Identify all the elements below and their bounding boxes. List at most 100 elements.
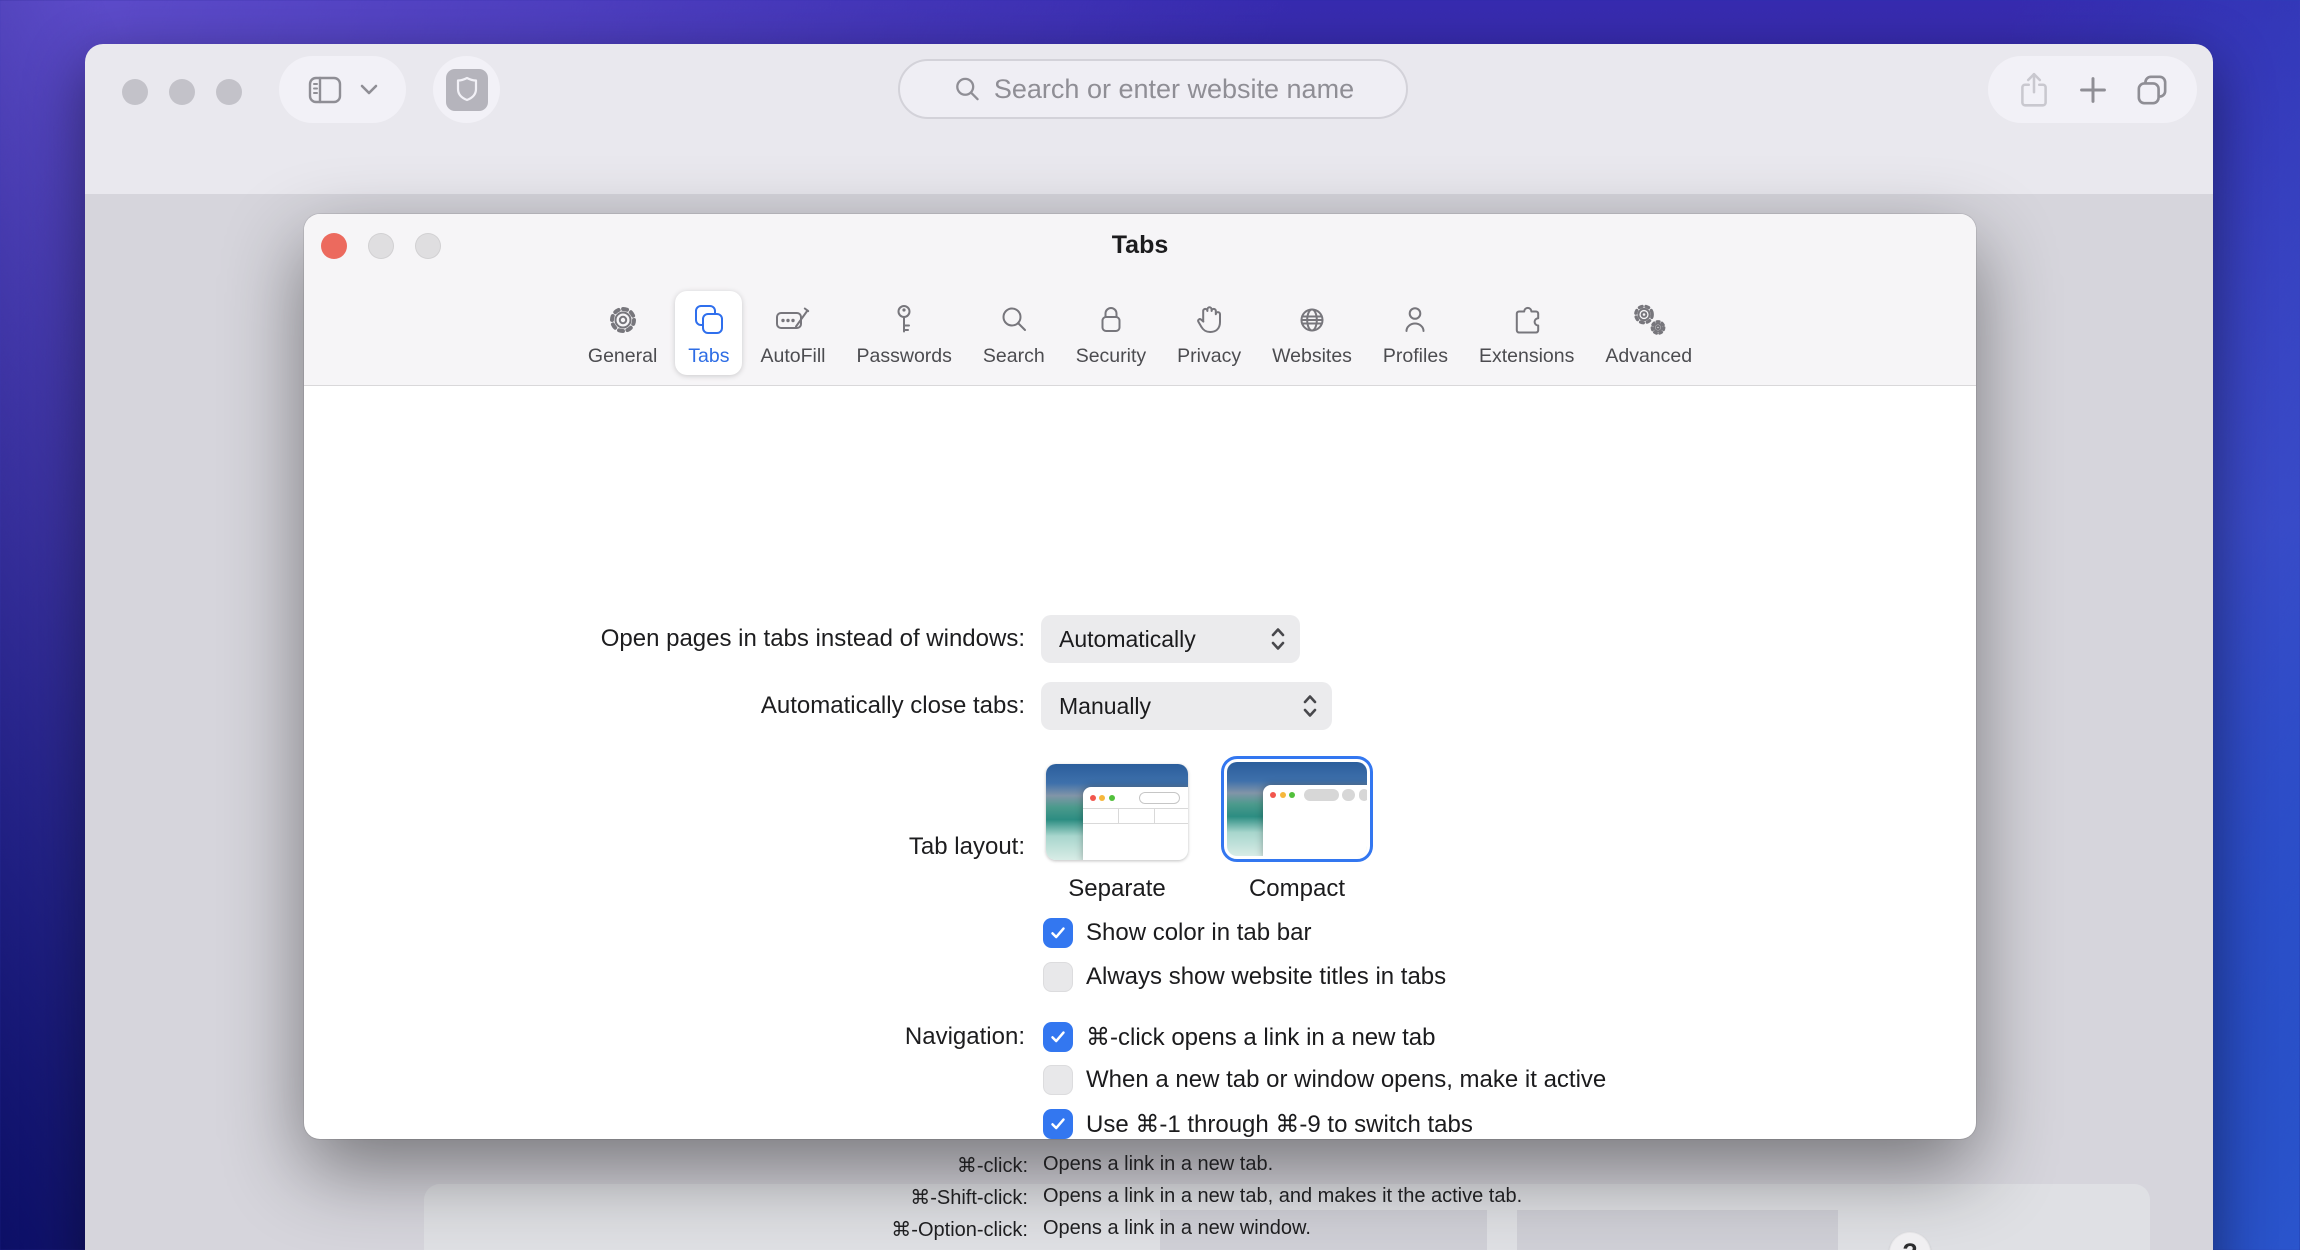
shortcut-desc: Opens a link in a new tab, and makes it … [1043, 1185, 1522, 1210]
settings-body: Open pages in tabs instead of windows: A… [304, 387, 1976, 1139]
nav-option-2-label: Use ⌘-1 through ⌘-9 to switch tabs [1086, 1110, 1473, 1139]
close-tabs-label: Automatically close tabs: [304, 692, 1025, 720]
nav-option-0-checkbox[interactable] [1043, 1022, 1073, 1052]
prefs-tab-label: Tabs [688, 345, 729, 368]
shortcut-key: ⌘-Option-click: [304, 1217, 1028, 1242]
shortcut-desc: Opens a link in a new tab. [1043, 1153, 1273, 1178]
nav-option-1-checkbox[interactable] [1043, 1065, 1073, 1095]
prefs-tab-label: General [588, 345, 657, 368]
prefs-tab-label: Privacy [1177, 345, 1241, 368]
search-input[interactable]: Search or enter website name [898, 59, 1408, 119]
settings-window: Tabs General Tabs AutoFill Passwords Search S… [304, 214, 1976, 1139]
nav-option-2-checkbox[interactable] [1043, 1109, 1073, 1139]
mini-browser [1263, 785, 1367, 856]
share-icon[interactable] [2017, 71, 2051, 109]
popup-chevrons-icon [1301, 693, 1319, 719]
prefs-tab-label: Websites [1272, 345, 1352, 368]
thumb-caption-separate: Separate [1046, 875, 1188, 903]
content-blocker-button[interactable] [433, 56, 500, 123]
magnifier-icon [952, 74, 982, 104]
tab-option-0-row: Show color in tab bar [1043, 918, 1311, 948]
tab-option-0-checkbox[interactable] [1043, 918, 1073, 948]
tabs-icon [689, 300, 729, 340]
tab-layout-option-separate[interactable] [1046, 764, 1188, 860]
help-label: ? [1902, 1239, 1917, 1250]
nav-option-1-row: When a new tab or window opens, make it … [1043, 1065, 1606, 1095]
shield-icon [446, 69, 488, 111]
prefs-tab-privacy[interactable]: Privacy [1164, 291, 1254, 375]
tab-option-1-row: Always show website titles in tabs [1043, 962, 1446, 992]
close-tabs-popup[interactable]: Manually [1041, 682, 1332, 730]
browser-toolbar: Search or enter website name [85, 44, 2213, 194]
lock-icon [1091, 300, 1131, 340]
popup-value: Automatically [1059, 626, 1196, 653]
popup-value: Manually [1059, 693, 1151, 720]
search-icon [994, 300, 1034, 340]
shortcut-desc: Opens a link in a new window. [1043, 1217, 1311, 1242]
preferences-toolbar: General Tabs AutoFill Passwords Search Securi… [304, 291, 1976, 375]
nav-option-2-row: Use ⌘-1 through ⌘-9 to switch tabs [1043, 1109, 1473, 1139]
desktop: { "browser": { "search_placeholder": "Se… [0, 0, 2300, 1250]
new-tab-icon[interactable] [2077, 74, 2109, 106]
search-placeholder: Search or enter website name [994, 74, 1354, 105]
nav-option-0-label: ⌘-click opens a link in a new tab [1086, 1023, 1436, 1052]
prefs-tab-websites[interactable]: Websites [1259, 291, 1365, 375]
tab-layout-label: Tab layout: [304, 833, 1025, 861]
dialog-window-controls [321, 233, 441, 259]
key-icon [884, 300, 924, 340]
tab-overview-icon[interactable] [2135, 73, 2169, 107]
prefs-tab-tabs[interactable]: Tabs [675, 291, 742, 375]
nav-option-0-row: ⌘-click opens a link in a new tab [1043, 1022, 1436, 1052]
prefs-tab-profiles[interactable]: Profiles [1370, 291, 1461, 375]
shortcut-line: ⌘-Shift-click: Opens a link in a new tab,… [304, 1185, 1522, 1210]
open-pages-label: Open pages in tabs instead of windows: [304, 625, 1025, 653]
prefs-tab-advanced[interactable]: Advanced [1592, 291, 1705, 375]
tab-option-1-label: Always show website titles in tabs [1086, 963, 1446, 991]
zoom-button[interactable] [415, 233, 441, 259]
hand-icon [1189, 300, 1229, 340]
window-controls [122, 79, 242, 105]
navigation-label: Navigation: [304, 1023, 1025, 1051]
mini-browser [1083, 787, 1188, 860]
shortcut-line: ⌘-click: Opens a link in a new tab. [304, 1153, 1273, 1178]
prefs-tab-label: Profiles [1383, 345, 1448, 368]
tab-option-1-checkbox[interactable] [1043, 962, 1073, 992]
prefs-tab-label: Extensions [1479, 345, 1574, 368]
zoom-button[interactable] [216, 79, 242, 105]
shortcut-key: ⌘-click: [304, 1153, 1028, 1178]
prefs-tab-label: Search [983, 345, 1045, 368]
puzzle-icon [1507, 300, 1547, 340]
sidebar-toggle-group[interactable] [279, 56, 406, 123]
thumb-caption-compact: Compact [1221, 875, 1373, 903]
prefs-tab-label: Security [1076, 345, 1146, 368]
settings-header: Tabs General Tabs AutoFill Passwords Search S… [304, 214, 1976, 386]
prefs-tab-security[interactable]: Security [1063, 291, 1159, 375]
shortcut-line: ⌘-Option-click: Opens a link in a new win… [304, 1217, 1311, 1242]
prefs-tab-passwords[interactable]: Passwords [844, 291, 965, 375]
person-icon [1395, 300, 1435, 340]
close-button[interactable] [321, 233, 347, 259]
tab-layout-option-compact[interactable] [1221, 756, 1373, 862]
autofill-icon [773, 300, 813, 340]
prefs-tab-label: Passwords [857, 345, 952, 368]
dialog-title: Tabs [304, 214, 1976, 260]
gear-icon [603, 300, 643, 340]
tab-option-0-label: Show color in tab bar [1086, 919, 1311, 947]
minimize-button[interactable] [368, 233, 394, 259]
minimize-button[interactable] [169, 79, 195, 105]
prefs-tab-search[interactable]: Search [970, 291, 1058, 375]
open-pages-popup[interactable]: Automatically [1041, 615, 1300, 663]
prefs-tab-extensions[interactable]: Extensions [1466, 291, 1587, 375]
globe-icon [1292, 300, 1332, 340]
shortcut-key: ⌘-Shift-click: [304, 1185, 1028, 1210]
gears-icon [1629, 300, 1669, 340]
prefs-tab-autofill[interactable]: AutoFill [747, 291, 838, 375]
popup-chevrons-icon [1269, 626, 1287, 652]
prefs-tab-label: AutoFill [760, 345, 825, 368]
toolbar-right-group [1988, 56, 2197, 123]
sidebar-icon [306, 71, 344, 109]
nav-option-1-label: When a new tab or window opens, make it … [1086, 1066, 1606, 1094]
close-button[interactable] [122, 79, 148, 105]
prefs-tab-general[interactable]: General [575, 291, 670, 375]
prefs-tab-label: Advanced [1605, 345, 1692, 368]
